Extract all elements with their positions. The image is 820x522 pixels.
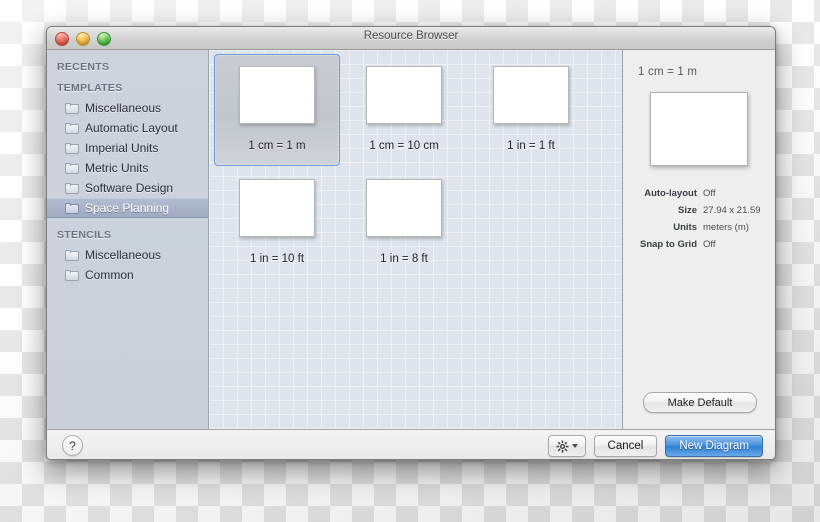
chevron-down-icon — [571, 444, 578, 448]
inspector-title: 1 cm = 1 m — [638, 66, 698, 78]
property-key: Units — [673, 222, 697, 233]
dialog-footer: ? Cancel New Diagram — [47, 429, 775, 459]
new-diagram-button[interactable]: New Diagram — [665, 435, 763, 457]
template-tile-label: 1 cm = 1 m — [248, 140, 306, 152]
sidebar-item-label: Software Design — [85, 181, 174, 195]
window-titlebar[interactable]: Resource Browser — [47, 27, 775, 50]
inspector-properties: Auto-layout Off Size 27.94 x 21.59 Units… — [635, 188, 763, 250]
template-tile-label: 1 in = 8 ft — [380, 253, 428, 265]
sidebar-item-metric-units[interactable]: Metric Units — [47, 158, 208, 178]
property-value: 27.94 x 21.59 — [703, 205, 761, 216]
template-thumbnail — [239, 66, 315, 124]
sidebar-item-miscellaneous-stencils[interactable]: Miscellaneous — [47, 245, 208, 265]
folder-icon — [65, 162, 79, 174]
sidebar-item-label: Metric Units — [85, 161, 149, 175]
sidebar-group-recents: RECENTS — [57, 61, 110, 73]
property-row-auto-layout: Auto-layout Off — [635, 188, 763, 199]
template-thumbnail — [239, 179, 315, 237]
sidebar-item-miscellaneous-templates[interactable]: Miscellaneous — [47, 98, 208, 118]
property-value: Off — [703, 239, 716, 250]
make-default-button[interactable]: Make Default — [643, 392, 757, 413]
gear-icon — [556, 439, 569, 453]
property-value: Off — [703, 188, 716, 199]
sidebar-group-stencils: STENCILS — [57, 229, 112, 241]
sidebar-item-label: Space Planning — [85, 201, 170, 215]
property-key: Size — [677, 205, 697, 216]
resource-browser-window: Resource Browser RECENTS TEMPLATES Misce… — [46, 26, 776, 460]
folder-icon — [65, 269, 79, 281]
sidebar-item-imperial-units[interactable]: Imperial Units — [47, 138, 208, 158]
cancel-button[interactable]: Cancel — [593, 435, 658, 457]
property-row-snap-to-grid: Snap to Grid Off — [635, 239, 763, 250]
template-tile-1in-8ft[interactable]: 1 in = 8 ft — [341, 167, 467, 279]
sidebar-item-label: Common — [85, 268, 134, 282]
property-value: meters (m) — [703, 222, 749, 233]
sidebar-item-label: Miscellaneous — [85, 101, 162, 115]
sidebar-item-label: Miscellaneous — [85, 248, 162, 262]
template-tile-label: 1 in = 1 ft — [507, 140, 555, 152]
property-row-size: Size 27.94 x 21.59 — [635, 205, 763, 216]
template-tile-1cm-10cm[interactable]: 1 cm = 10 cm — [341, 54, 467, 166]
property-key: Snap to Grid — [640, 239, 697, 250]
property-row-units: Units meters (m) — [635, 222, 763, 233]
footer-actions: Cancel New Diagram — [547, 435, 763, 457]
template-thumbnail — [366, 179, 442, 237]
template-thumbnail — [366, 66, 442, 124]
sidebar-item-common[interactable]: Common — [47, 265, 208, 285]
folder-icon — [65, 202, 79, 214]
folder-icon — [65, 102, 79, 114]
help-button[interactable]: ? — [62, 435, 83, 456]
sidebar-item-label: Automatic Layout — [85, 121, 178, 135]
property-key: Auto-layout — [644, 188, 697, 199]
action-menu-button[interactable] — [547, 435, 586, 457]
inspector-preview — [650, 92, 748, 166]
sidebar-group-templates: TEMPLATES — [57, 82, 123, 94]
inspector-panel: 1 cm = 1 m Auto-layout Off Size 27.94 x … — [623, 50, 775, 429]
sidebar-item-label: Imperial Units — [85, 141, 159, 155]
template-tile-1in-10ft[interactable]: 1 in = 10 ft — [214, 167, 340, 279]
template-grid: 1 cm = 1 m 1 cm = 10 cm 1 in = 1 ft 1 in… — [209, 50, 623, 429]
folder-icon — [65, 142, 79, 154]
folder-icon — [65, 249, 79, 261]
window-body: RECENTS TEMPLATES Miscellaneous Automati… — [47, 50, 775, 429]
sidebar-item-automatic-layout[interactable]: Automatic Layout — [47, 118, 208, 138]
sidebar-item-software-design[interactable]: Software Design — [47, 178, 208, 198]
sidebar-item-space-planning[interactable]: Space Planning — [47, 198, 208, 218]
sidebar: RECENTS TEMPLATES Miscellaneous Automati… — [47, 50, 209, 429]
template-tile-label: 1 cm = 10 cm — [369, 140, 439, 152]
template-thumbnail — [493, 66, 569, 124]
folder-icon — [65, 182, 79, 194]
template-tile-label: 1 in = 10 ft — [249, 253, 305, 265]
template-tile-1in-1ft[interactable]: 1 in = 1 ft — [468, 54, 594, 166]
folder-icon — [65, 122, 79, 134]
template-tile-1cm-1m[interactable]: 1 cm = 1 m — [214, 54, 340, 166]
window-title: Resource Browser — [363, 30, 459, 42]
